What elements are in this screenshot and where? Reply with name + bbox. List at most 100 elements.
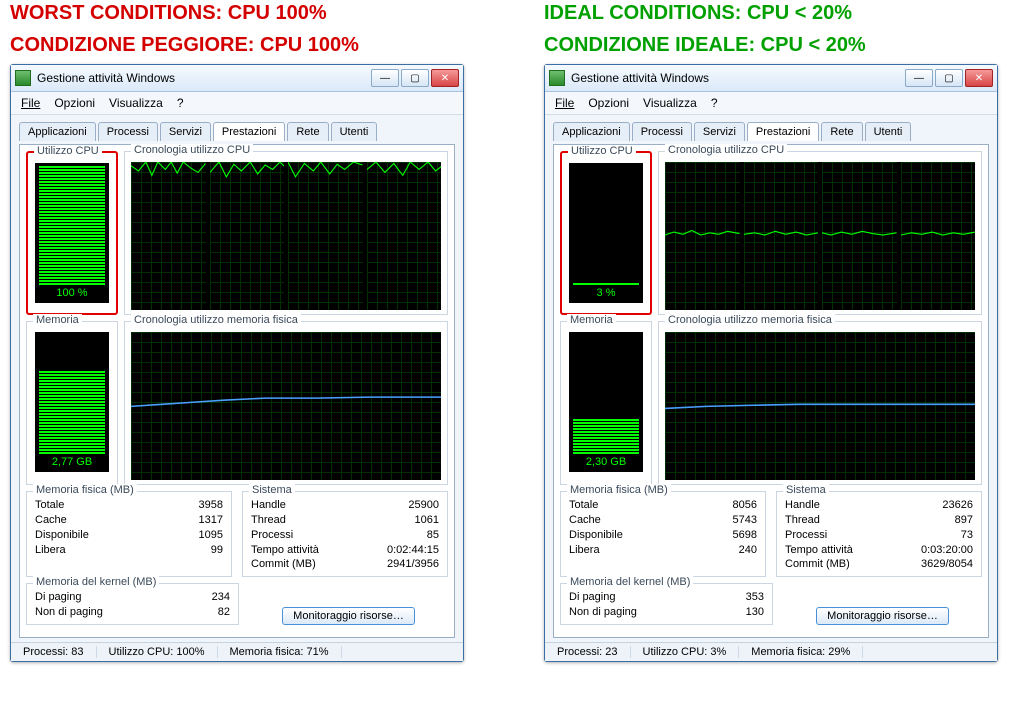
- maximize-button[interactable]: ▢: [935, 69, 963, 87]
- kernel-mem-value: 130: [746, 605, 764, 620]
- phys-mem-row: Libera240: [567, 543, 759, 558]
- phys-mem-label: Memoria fisica (MB): [33, 484, 137, 496]
- heading-ideal-it: CONDIZIONE IDEALE: CPU < 20%: [544, 32, 998, 58]
- menu-help[interactable]: ?: [711, 96, 718, 110]
- close-button[interactable]: ✕: [431, 69, 459, 87]
- phys-mem-value: 1317: [199, 513, 223, 528]
- phys-mem-box: Memoria fisica (MB) Totale3958Cache1317D…: [26, 491, 232, 577]
- memory-meter: 2,30 GB: [569, 332, 643, 472]
- system-value: 897: [955, 513, 973, 528]
- system-key: Handle: [251, 498, 286, 513]
- memory-label: Memoria: [567, 314, 616, 326]
- cpu-value: 100 %: [56, 287, 87, 299]
- system-value: 0:02:44:15: [387, 543, 439, 558]
- cpu-usage-label: Utilizzo CPU: [34, 145, 102, 157]
- tab-servizi[interactable]: Servizi: [694, 122, 745, 141]
- tab-prestazioni[interactable]: Prestazioni: [213, 122, 285, 141]
- phys-mem-value: 8056: [733, 498, 757, 513]
- tab-rete[interactable]: Rete: [287, 122, 328, 141]
- memory-history-label: Cronologia utilizzo memoria fisica: [665, 314, 835, 326]
- system-key: Processi: [251, 528, 293, 543]
- kernel-mem-box: Memoria del kernel (MB) Di paging234Non …: [26, 583, 239, 625]
- kernel-mem-label: Memoria del kernel (MB): [33, 576, 159, 588]
- kernel-mem-key: Non di paging: [35, 605, 103, 620]
- menu-help[interactable]: ?: [177, 96, 184, 110]
- menu-file[interactable]: File: [21, 96, 40, 110]
- titlebar[interactable]: Gestione attività Windows — ▢ ✕: [11, 65, 463, 92]
- performance-pane: Utilizzo CPU 3 % Cronologia utilizzo CPU: [553, 144, 989, 638]
- system-row: Processi85: [249, 528, 441, 543]
- resource-monitor-button[interactable]: Monitoraggio risorse…: [282, 607, 415, 625]
- kernel-mem-value: 234: [212, 590, 230, 605]
- system-row: Handle 23626: [783, 498, 975, 513]
- close-button[interactable]: ✕: [965, 69, 993, 87]
- phys-mem-key: Cache: [569, 513, 601, 528]
- memory-history-plot: [131, 332, 441, 480]
- kernel-mem-value: 82: [218, 605, 230, 620]
- kernel-mem-key: Di paging: [569, 590, 615, 605]
- phys-mem-row: Disponibile1095: [33, 528, 225, 543]
- window-title: Gestione attività Windows: [37, 71, 369, 85]
- system-row: Thread1061: [249, 513, 441, 528]
- status-cpu: Utilizzo CPU: 100%: [97, 646, 218, 658]
- system-key: Tempo attività: [785, 543, 853, 558]
- task-manager-window-right: Gestione attività Windows — ▢ ✕ File Opz…: [544, 64, 998, 662]
- phys-mem-value: 240: [739, 543, 757, 558]
- system-row: Processi73: [783, 528, 975, 543]
- tab-rete[interactable]: Rete: [821, 122, 862, 141]
- tab-utenti[interactable]: Utenti: [331, 122, 378, 141]
- cpu-meter: 3 %: [569, 163, 643, 303]
- memory-label: Memoria: [33, 314, 82, 326]
- kernel-mem-value: 353: [746, 590, 764, 605]
- tab-prestazioni[interactable]: Prestazioni: [747, 122, 819, 141]
- memory-meter: 2,77 GB: [35, 332, 109, 472]
- kernel-mem-row: Non di paging130: [567, 605, 766, 620]
- menu-opzioni[interactable]: Opzioni: [54, 96, 95, 110]
- kernel-mem-row: Di paging 353: [567, 590, 766, 605]
- system-value: 73: [961, 528, 973, 543]
- tab-processi[interactable]: Processi: [98, 122, 158, 141]
- phys-mem-row: Disponibile5698: [567, 528, 759, 543]
- task-manager-window-left: Gestione attività Windows — ▢ ✕ File Opz…: [10, 64, 464, 662]
- menubar: File Opzioni Visualizza ?: [11, 92, 463, 115]
- menu-opzioni[interactable]: Opzioni: [588, 96, 629, 110]
- tab-utenti[interactable]: Utenti: [865, 122, 912, 141]
- system-key: Commit (MB): [251, 557, 316, 572]
- tab-servizi[interactable]: Servizi: [160, 122, 211, 141]
- system-key: Thread: [785, 513, 820, 528]
- cpu-usage-box: Utilizzo CPU 100 %: [26, 151, 118, 315]
- resource-monitor-button[interactable]: Monitoraggio risorse…: [816, 607, 949, 625]
- cpu-history-plot: [665, 162, 975, 310]
- minimize-button[interactable]: —: [371, 69, 399, 87]
- heading-worst-en: WORST CONDITIONS: CPU 100%: [10, 0, 464, 26]
- tab-applicazioni[interactable]: Applicazioni: [553, 122, 630, 141]
- menu-visualizza[interactable]: Visualizza: [109, 96, 163, 110]
- system-row: Tempo attività0:03:20:00: [783, 543, 975, 558]
- menu-visualizza[interactable]: Visualizza: [643, 96, 697, 110]
- phys-mem-value: 5698: [733, 528, 757, 543]
- status-mem: Memoria fisica: 29%: [739, 646, 863, 658]
- menu-file[interactable]: File: [555, 96, 574, 110]
- cpu-meter: 100 %: [35, 163, 109, 303]
- system-key: Handle: [785, 498, 820, 513]
- system-box: Sistema Handle23626Thread897Processi73Te…: [776, 491, 982, 577]
- titlebar[interactable]: Gestione attività Windows — ▢ ✕: [545, 65, 997, 92]
- system-key: Thread: [251, 513, 286, 528]
- heading-worst-it: CONDIZIONE PEGGIORE: CPU 100%: [10, 32, 464, 58]
- tab-applicazioni[interactable]: Applicazioni: [19, 122, 96, 141]
- system-row: Commit (MB)3629/8054: [783, 557, 975, 572]
- cpu-usage-label: Utilizzo CPU: [568, 145, 636, 157]
- tab-processi[interactable]: Processi: [632, 122, 692, 141]
- maximize-button[interactable]: ▢: [401, 69, 429, 87]
- status-mem: Memoria fisica: 71%: [218, 646, 342, 658]
- phys-mem-label: Memoria fisica (MB): [567, 484, 671, 496]
- phys-mem-value: 3958: [199, 498, 223, 513]
- phys-mem-value: 1095: [199, 528, 223, 543]
- system-key: Tempo attività: [251, 543, 319, 558]
- system-value: 23626: [942, 498, 973, 513]
- minimize-button[interactable]: —: [905, 69, 933, 87]
- memory-value: 2,77 GB: [52, 456, 92, 468]
- memory-box: Memoria 2,77 GB: [26, 321, 118, 485]
- status-processes: Processi: 83: [11, 646, 97, 658]
- system-label: Sistema: [249, 484, 295, 496]
